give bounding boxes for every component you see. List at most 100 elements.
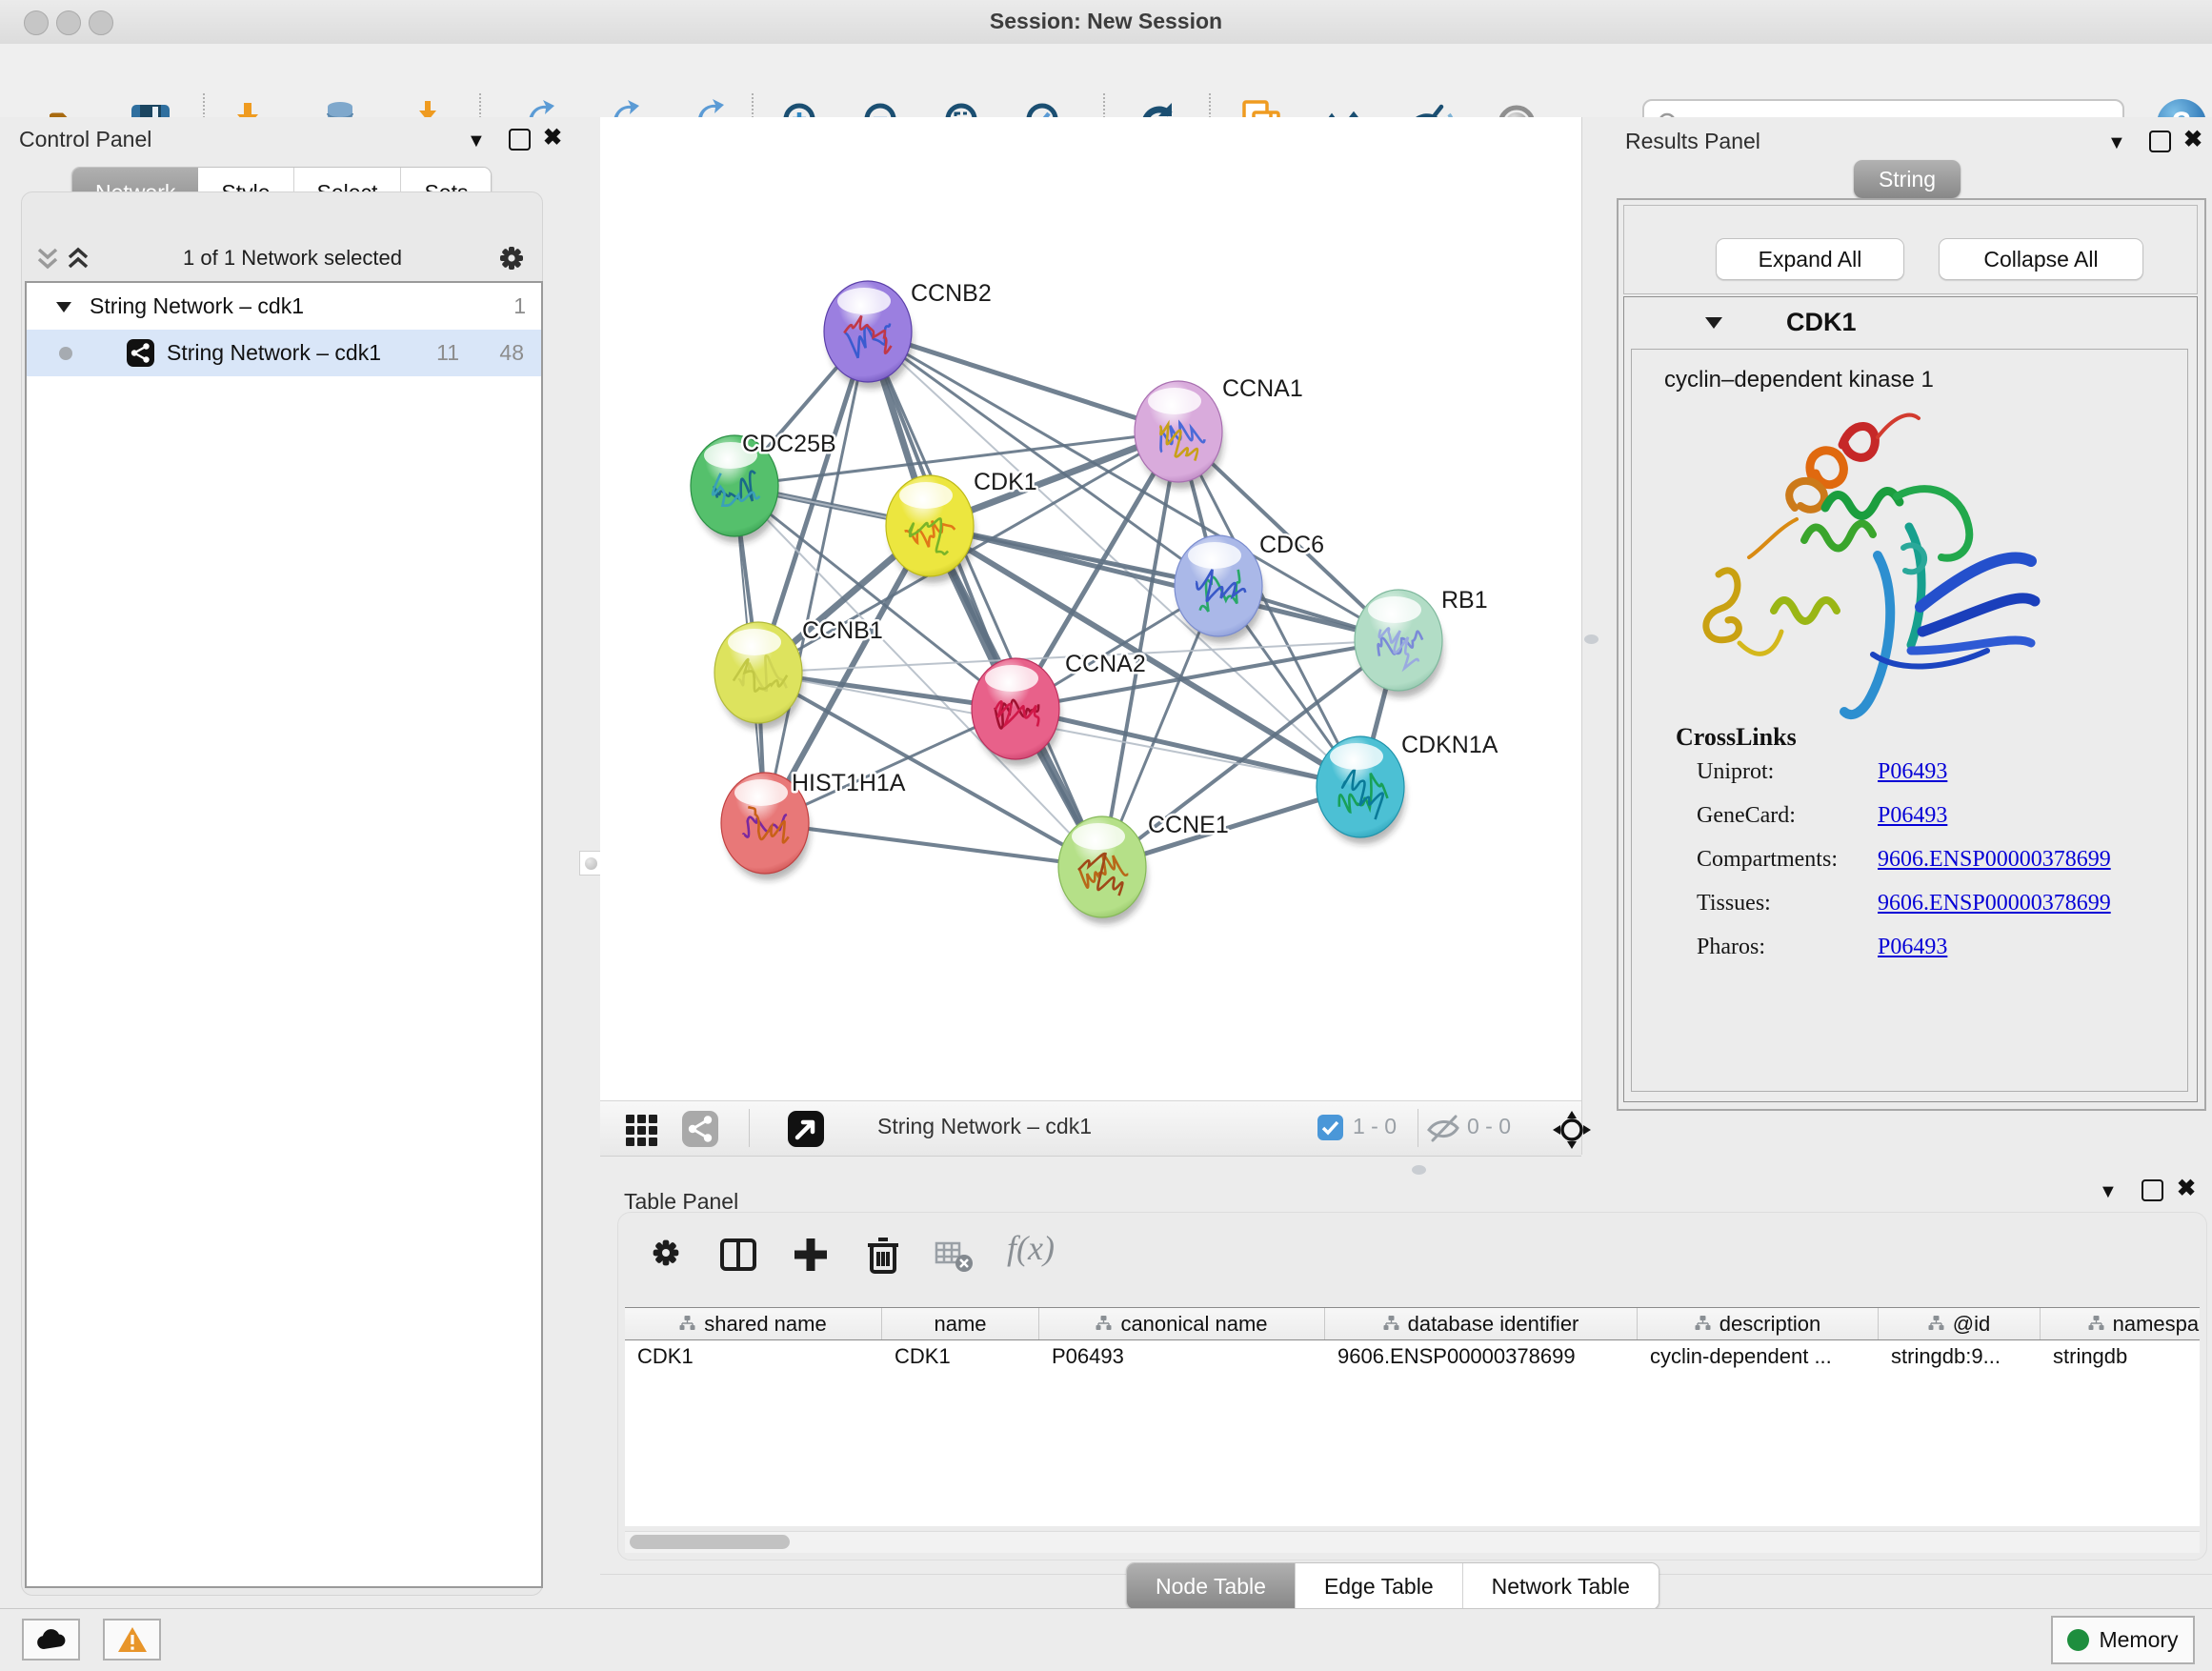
float-panel-icon[interactable] (2149, 131, 2171, 152)
table-cell[interactable]: stringdb (2041, 1340, 2200, 1373)
right-splitter-handle[interactable] (1584, 634, 1599, 644)
network-tree-root-row[interactable]: String Network – cdk1 1 (27, 283, 541, 330)
network-node-CCNE1[interactable]: CCNE1 (1058, 812, 1229, 924)
right-splitter[interactable] (1581, 117, 1601, 1181)
crosslink-row: Pharos:P06493 (1697, 935, 2173, 960)
warning-button[interactable] (103, 1619, 161, 1661)
node-label: CCNB1 (802, 617, 883, 644)
delete-table-icon[interactable] (933, 1234, 975, 1276)
gear-icon[interactable] (494, 241, 529, 275)
panel-menu-icon[interactable]: ▼ (2099, 1181, 2118, 1203)
network-edge[interactable] (868, 332, 1178, 432)
node-label: CDC25B (742, 431, 836, 457)
crosslink-link[interactable]: P06493 (1878, 759, 1947, 785)
table-cell[interactable]: stringdb:9... (1879, 1340, 2041, 1373)
bottom-splitter-handle[interactable] (1412, 1165, 1426, 1175)
network-node-CDC6[interactable]: CDC6 (1175, 532, 1324, 643)
column-header-canonical-name[interactable]: canonical name (1039, 1308, 1325, 1339)
table-cell[interactable]: CDK1 (882, 1340, 1039, 1373)
memory-button[interactable]: Memory (2051, 1616, 2195, 1664)
crosslink-link[interactable]: P06493 (1878, 935, 1947, 960)
column-label: canonical name (1120, 1312, 1267, 1337)
column-label: description (1719, 1312, 1820, 1337)
window-title: Session: New Session (0, 9, 2212, 34)
close-panel-icon[interactable]: ✖ (543, 129, 562, 148)
horizontal-scrollbar[interactable] (625, 1531, 2200, 1553)
hidden-eye-icon (1425, 1112, 1463, 1144)
function-builder-icon[interactable]: f(x) (1007, 1228, 1055, 1268)
network-node-CCNB2[interactable]: CCNB2 (824, 280, 992, 389)
collapse-all-button[interactable]: Collapse All (1939, 238, 2143, 280)
string-tab[interactable]: String (1854, 160, 1961, 198)
scrollbar-thumb[interactable] (630, 1535, 790, 1549)
network-list-toolbar: 1 of 1 Network selected (22, 238, 542, 278)
network-view-toolbar: String Network – cdk1 1 - 0 0 - 0 (600, 1100, 1581, 1157)
fit-selected-icon[interactable] (1551, 1109, 1593, 1151)
crosslink-link[interactable]: P06493 (1878, 803, 1947, 829)
string-results-container: Expand All Collapse All CDK1 cyclin–depe… (1617, 198, 2206, 1111)
table-panel-title: Table Panel (624, 1189, 738, 1215)
table-cell[interactable]: cyclin-dependent ... (1638, 1340, 1879, 1373)
crosslink-label: Uniprot: (1697, 759, 1774, 784)
selected-checkbox[interactable] (1317, 1115, 1343, 1140)
network-node-CDC25B[interactable]: CDC25B (691, 431, 836, 543)
column-header-database-identifier[interactable]: database identifier (1325, 1308, 1638, 1339)
column-header-shared-name[interactable]: shared name (625, 1308, 882, 1339)
table-settings-gear-icon[interactable] (647, 1234, 685, 1272)
tab-network-table[interactable]: Network Table (1463, 1563, 1659, 1609)
network-node-CCNA2[interactable]: CCNA2 (972, 651, 1146, 766)
network-node-HIST1H1A[interactable]: HIST1H1A (721, 770, 906, 880)
app-window: Session: New Session (0, 0, 2212, 1671)
tab-edge-table[interactable]: Edge Table (1296, 1563, 1463, 1609)
status-bar: Memory (0, 1608, 2212, 1671)
float-panel-icon[interactable] (2142, 1179, 2163, 1201)
network-tree-item-row[interactable]: String Network – cdk1 11 48 (27, 330, 541, 376)
column-type-icon (1096, 1312, 1112, 1337)
network-selected-status: 1 of 1 Network selected (90, 246, 494, 271)
edge-count: 48 (499, 340, 524, 366)
expand-all-icon[interactable] (66, 244, 90, 272)
collapse-arrow-icon[interactable] (55, 300, 72, 313)
panel-menu-icon[interactable]: ▼ (2107, 132, 2126, 154)
delete-column-icon[interactable] (862, 1234, 904, 1276)
show-column-icon[interactable] (717, 1234, 759, 1276)
left-splitter-handle[interactable] (579, 851, 602, 876)
node-label: CCNA1 (1222, 375, 1303, 402)
panel-menu-icon[interactable]: ▼ (467, 131, 486, 152)
node-result-header[interactable]: CDK1 (1624, 297, 2197, 347)
column-header-name[interactable]: name (882, 1308, 1039, 1339)
network-edge[interactable] (765, 823, 1102, 867)
open-in-window-icon[interactable] (786, 1109, 826, 1149)
expand-all-button[interactable]: Expand All (1716, 238, 1904, 280)
table-cell[interactable]: P06493 (1039, 1340, 1325, 1373)
column-header-namespace[interactable]: namespace (2041, 1308, 2200, 1339)
table-cell[interactable]: CDK1 (625, 1340, 882, 1373)
table-cell[interactable]: 9606.ENSP00000378699 (1325, 1340, 1638, 1373)
node-result-section: CDK1 cyclin–dependent kinase 1 (1623, 296, 2198, 1102)
crosslink-link[interactable]: 9606.ENSP00000378699 (1878, 891, 2111, 916)
network-overview-icon[interactable] (680, 1109, 720, 1149)
network-node-RB1[interactable]: RB1 (1355, 587, 1488, 697)
close-panel-icon[interactable]: ✖ (2177, 1179, 2196, 1198)
birds-eye-view-icon[interactable] (622, 1109, 662, 1149)
cloud-button[interactable] (22, 1619, 80, 1661)
node-description: cyclin–dependent kinase 1 (1664, 367, 1934, 393)
network-edge[interactable] (765, 332, 868, 823)
float-panel-icon[interactable] (509, 129, 531, 151)
node-label: HIST1H1A (792, 770, 906, 796)
collapse-all-icon[interactable] (35, 244, 60, 272)
crosslink-row: Uniprot: P06493 (1697, 759, 2173, 785)
column-header-description[interactable]: description (1638, 1308, 1879, 1339)
tab-node-table[interactable]: Node Table (1127, 1563, 1296, 1609)
network-edge[interactable] (1016, 709, 1360, 787)
close-panel-icon[interactable]: ✖ (2183, 131, 2202, 150)
crosslink-link[interactable]: 9606.ENSP00000378699 (1878, 847, 2111, 873)
network-node-CDKN1A[interactable]: CDKN1A (1317, 732, 1498, 844)
add-column-icon[interactable] (790, 1234, 832, 1276)
column-label: database identifier (1408, 1312, 1579, 1337)
table-row[interactable]: CDK1CDK1P064939606.ENSP00000378699cyclin… (625, 1340, 2200, 1373)
collapse-arrow-icon[interactable] (1704, 315, 1723, 330)
column-header-@id[interactable]: @id (1879, 1308, 2041, 1339)
network-edge[interactable] (930, 526, 1398, 640)
network-canvas[interactable]: CCNB2CCNA1CDC25BCDK1CDC6RB1CCNB1CCNA2CDK… (600, 117, 1581, 1100)
